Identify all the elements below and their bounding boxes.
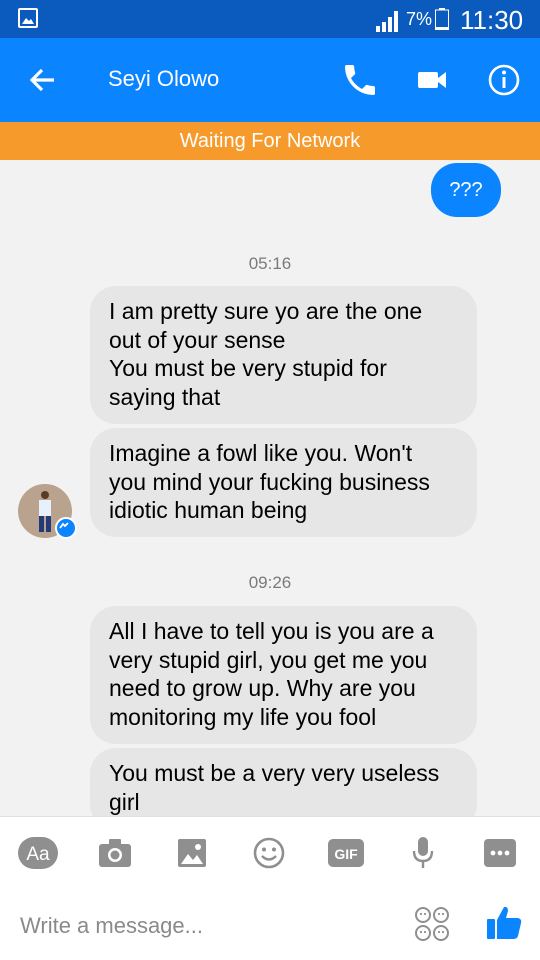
battery-percent: 7% bbox=[406, 9, 433, 29]
message-input[interactable] bbox=[18, 908, 402, 944]
emoji-picker-icon bbox=[415, 907, 449, 941]
camera-button[interactable] bbox=[95, 835, 135, 871]
camera-icon bbox=[99, 839, 131, 867]
conversation-header: Seyi Olowo bbox=[0, 38, 540, 122]
outgoing-message-bubble[interactable]: ??? bbox=[431, 163, 501, 217]
composer-toolbar: Aa GIF bbox=[0, 816, 540, 889]
gif-label: GIF bbox=[334, 846, 358, 862]
like-button[interactable] bbox=[484, 902, 524, 942]
info-button[interactable] bbox=[484, 60, 524, 100]
voice-message-button[interactable] bbox=[403, 835, 443, 871]
emoji-icon bbox=[253, 837, 285, 869]
timestamp: 09:26 bbox=[248, 573, 292, 592]
incoming-message-bubble[interactable]: You must be a very very useless girl bbox=[90, 748, 477, 816]
gif-icon: GIF bbox=[328, 839, 364, 867]
status-bar: 7% 11:30 bbox=[0, 0, 540, 38]
messenger-badge-icon bbox=[55, 517, 77, 539]
incoming-message-bubble[interactable]: Imagine a fowl like you. Won't you mind … bbox=[90, 428, 477, 537]
phone-icon bbox=[345, 65, 375, 95]
signal-icon bbox=[376, 11, 398, 32]
text-format-icon: Aa bbox=[18, 837, 58, 869]
more-icon bbox=[484, 839, 516, 867]
more-options-button[interactable] bbox=[480, 835, 520, 871]
thumbs-up-icon bbox=[487, 906, 522, 939]
image-icon bbox=[178, 839, 206, 867]
battery-icon bbox=[435, 8, 449, 30]
timestamp: 05:16 bbox=[248, 254, 292, 273]
incoming-message-bubble[interactable]: I am pretty sure yo are the one out of y… bbox=[90, 286, 477, 424]
person-photo bbox=[39, 491, 51, 532]
text-format-button[interactable]: Aa bbox=[18, 835, 58, 871]
gallery-button[interactable] bbox=[172, 835, 212, 871]
status-time: 11:30 bbox=[460, 5, 524, 35]
gif-button[interactable]: GIF bbox=[326, 835, 366, 871]
gallery-icon bbox=[18, 8, 38, 28]
info-icon bbox=[488, 64, 520, 96]
text-format-label: Aa bbox=[26, 844, 50, 865]
message-composer bbox=[0, 888, 540, 960]
incoming-message-bubble[interactable]: All I have to tell you is you are a very… bbox=[90, 606, 477, 744]
back-arrow-icon bbox=[29, 68, 54, 92]
network-status-banner: Waiting For Network bbox=[0, 122, 540, 160]
video-call-button[interactable] bbox=[412, 60, 452, 100]
microphone-icon bbox=[412, 837, 434, 868]
contact-name[interactable]: Seyi Olowo bbox=[108, 66, 219, 92]
voice-call-button[interactable] bbox=[340, 60, 380, 100]
emoji-button[interactable] bbox=[249, 835, 289, 871]
message-list[interactable]: ??? 05:16 I am pretty sure yo are the on… bbox=[0, 160, 540, 816]
emoji-picker-button[interactable] bbox=[414, 906, 450, 942]
video-camera-icon bbox=[418, 72, 446, 88]
back-button[interactable] bbox=[22, 58, 66, 102]
